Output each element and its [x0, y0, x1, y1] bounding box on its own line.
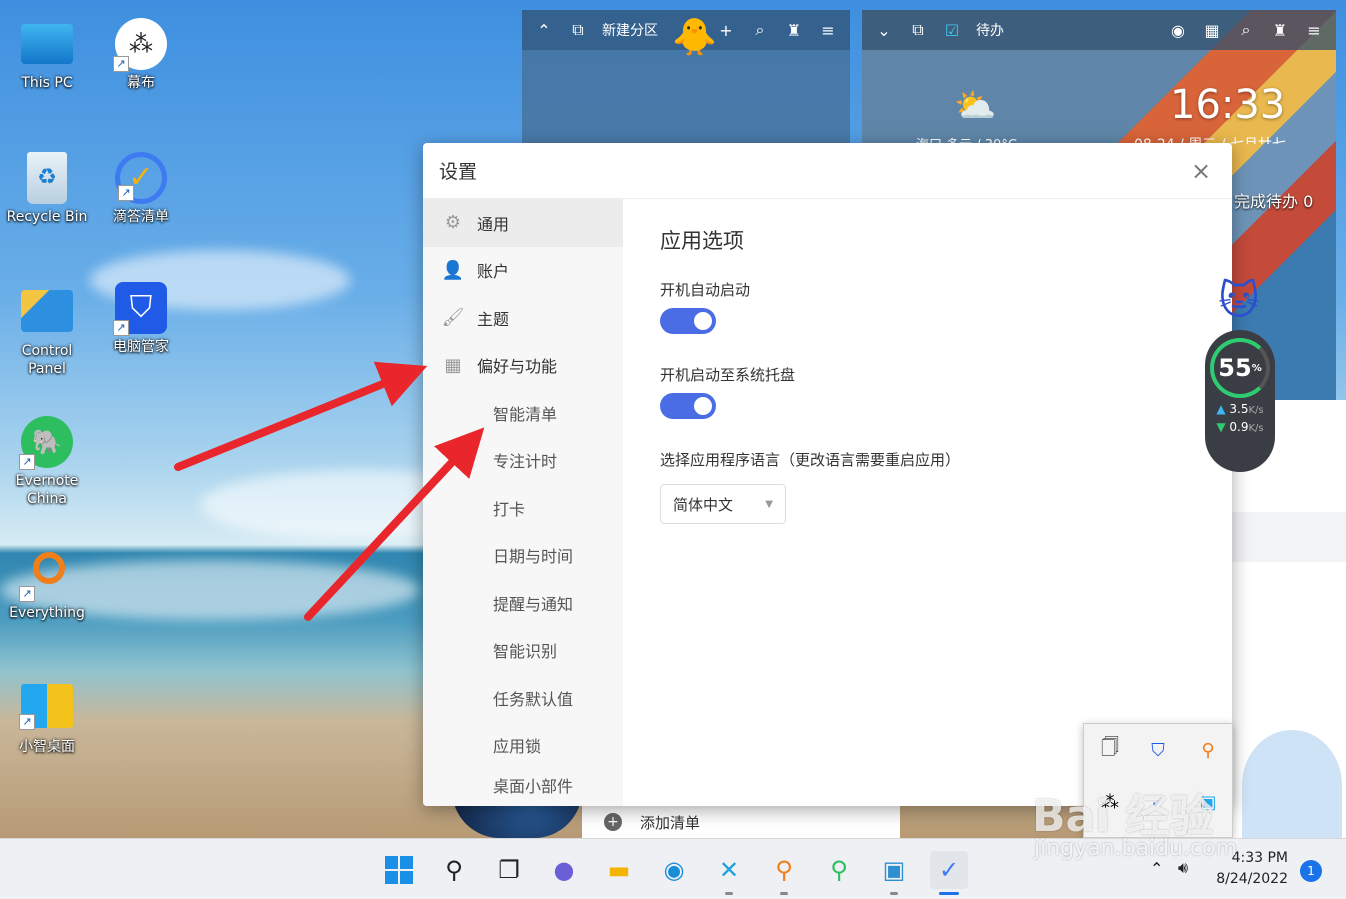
folder-icon: ▬ [607, 856, 631, 884]
task-view-button[interactable]: ❐ [490, 851, 528, 889]
xmind-button[interactable]: ✕ [710, 851, 748, 895]
photos-icon: ▣ [882, 856, 906, 884]
running-indicator [725, 892, 733, 895]
watermark-url: jingyan.baidu.com [1034, 836, 1238, 861]
edge-icon: ◉ [663, 856, 685, 884]
chat-button[interactable]: ● [545, 851, 583, 889]
windows-logo-icon [385, 856, 413, 884]
tray-overflow-chevron-icon[interactable]: ⌃ [1150, 859, 1163, 878]
arrow-to-smart-list [304, 427, 485, 621]
ticktick-icon: ✓ [938, 856, 960, 884]
search-icon: ⚲ [445, 856, 463, 884]
search-app-button[interactable]: ⚲ [820, 851, 858, 889]
start-button[interactable] [380, 851, 418, 889]
notification-badge[interactable]: 1 [1300, 860, 1322, 882]
everything-button[interactable]: ⚲ [765, 851, 803, 895]
running-indicator [780, 892, 788, 895]
ticktick-taskbar-button[interactable]: ✓ [930, 851, 968, 895]
chat-icon: ● [553, 856, 575, 884]
taskbar-date: 8/24/2022 [1216, 871, 1288, 887]
edge-button[interactable]: ◉ [655, 851, 693, 889]
active-indicator [939, 892, 959, 895]
watermark-logo: Bai 经验 [1032, 791, 1214, 842]
photos-button[interactable]: ▣ [875, 851, 913, 895]
file-explorer-button[interactable]: ▬ [600, 851, 638, 889]
running-indicator [890, 892, 898, 895]
annotation-arrows [174, 361, 485, 621]
arrow-to-preferences [174, 361, 428, 471]
everything-icon: ⚲ [775, 856, 793, 884]
volume-icon[interactable]: 🔊︎ [1178, 858, 1188, 878]
search-button[interactable]: ⚲ [435, 851, 473, 889]
xmind-icon: ✕ [718, 856, 740, 884]
task-view-icon: ❐ [498, 856, 520, 884]
green-search-icon: ⚲ [830, 856, 848, 884]
